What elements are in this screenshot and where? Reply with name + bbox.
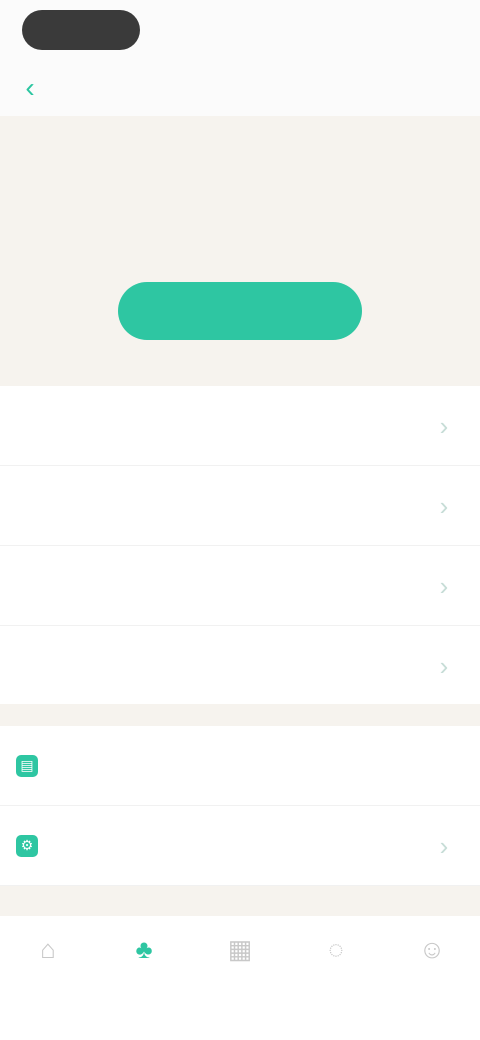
sprout-icon: ♣ bbox=[135, 933, 153, 964]
chevron-right-icon: › bbox=[439, 650, 449, 681]
home-icon: ⌂ bbox=[40, 933, 56, 964]
navigation-bar: ‹ bbox=[0, 60, 480, 116]
hero-banner bbox=[0, 116, 480, 386]
section-divider bbox=[0, 704, 480, 726]
status-time-pill bbox=[22, 10, 140, 50]
chevron-right-icon: › bbox=[439, 410, 449, 441]
settings-icon: ⚙ bbox=[16, 834, 38, 857]
document-icon: ▤ bbox=[16, 754, 38, 777]
bottom-tab-bar: ⌂ ♣ ▦ ◌ ☺ bbox=[0, 916, 480, 1040]
chevron-right-icon: › bbox=[439, 830, 449, 861]
secondary-menu-list: ▤ ⚙ › bbox=[0, 726, 480, 886]
bottom-spacer bbox=[0, 886, 480, 916]
menu-item-1[interactable]: › bbox=[0, 386, 480, 466]
tab-active[interactable]: ♣ bbox=[104, 932, 184, 1040]
tab-profile[interactable]: ☺ bbox=[392, 932, 472, 1040]
hero-action-button[interactable] bbox=[118, 282, 362, 340]
tab-calendar[interactable]: ▦ bbox=[200, 932, 280, 1040]
chevron-right-icon: › bbox=[439, 570, 449, 601]
secondary-menu-item-1[interactable]: ▤ bbox=[0, 726, 480, 806]
chevron-right-icon: › bbox=[439, 490, 449, 521]
menu-item-2[interactable]: › bbox=[0, 466, 480, 546]
menu-list: › › › › bbox=[0, 386, 480, 706]
status-bar bbox=[0, 0, 480, 60]
calendar-icon: ▦ bbox=[227, 933, 253, 964]
tab-home[interactable]: ⌂ bbox=[8, 932, 88, 1040]
chat-icon: ◌ bbox=[328, 933, 344, 964]
tab-chat[interactable]: ◌ bbox=[296, 932, 376, 1040]
menu-item-3[interactable]: › bbox=[0, 546, 480, 626]
menu-item-4[interactable]: › bbox=[0, 626, 480, 706]
profile-icon: ☺ bbox=[418, 933, 446, 964]
secondary-menu-item-2[interactable]: ⚙ › bbox=[0, 806, 480, 886]
back-arrow-icon[interactable]: ‹ bbox=[14, 72, 46, 104]
